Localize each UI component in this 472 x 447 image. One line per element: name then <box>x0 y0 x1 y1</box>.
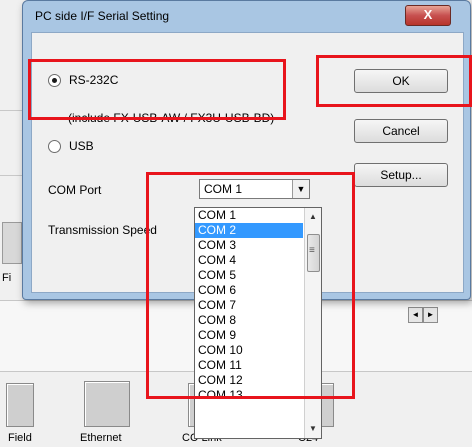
scroll-down-icon[interactable]: ▼ <box>305 422 321 436</box>
dialog-title: PC side I/F Serial Setting <box>35 9 170 23</box>
close-icon: X <box>423 7 433 22</box>
scroll-right-icon[interactable]: ► <box>423 307 438 323</box>
bg-fragment-label: Fi <box>2 272 12 284</box>
bg-divider <box>0 110 22 111</box>
transmission-speed-label: Transmission Speed <box>48 223 157 237</box>
cancel-button[interactable]: Cancel <box>354 119 448 143</box>
com-port-label: COM Port <box>48 183 102 197</box>
scroll-left-icon[interactable]: ◄ <box>408 307 423 323</box>
usb-radio[interactable] <box>48 139 61 153</box>
usb-radio-row[interactable]: USB <box>48 139 94 153</box>
annotation-box-com-list <box>146 172 355 399</box>
bg-field-button[interactable] <box>6 383 34 427</box>
annotation-box-rs232c <box>28 59 286 120</box>
bg-ethernet-button[interactable] <box>84 381 130 427</box>
bg-horizontal-scroll-arrows[interactable]: ◄ ► <box>408 307 438 323</box>
dialog-title-bar[interactable]: PC side I/F Serial Setting X <box>23 1 470 31</box>
close-button[interactable]: X <box>405 5 451 26</box>
bg-label-field: Field <box>8 432 32 444</box>
bg-tile <box>2 222 22 264</box>
setup-button[interactable]: Setup... <box>354 163 448 187</box>
bg-label-ethernet: Ethernet <box>80 432 122 444</box>
bg-divider <box>0 175 22 176</box>
annotation-box-ok <box>316 55 472 107</box>
usb-label: USB <box>69 139 94 153</box>
